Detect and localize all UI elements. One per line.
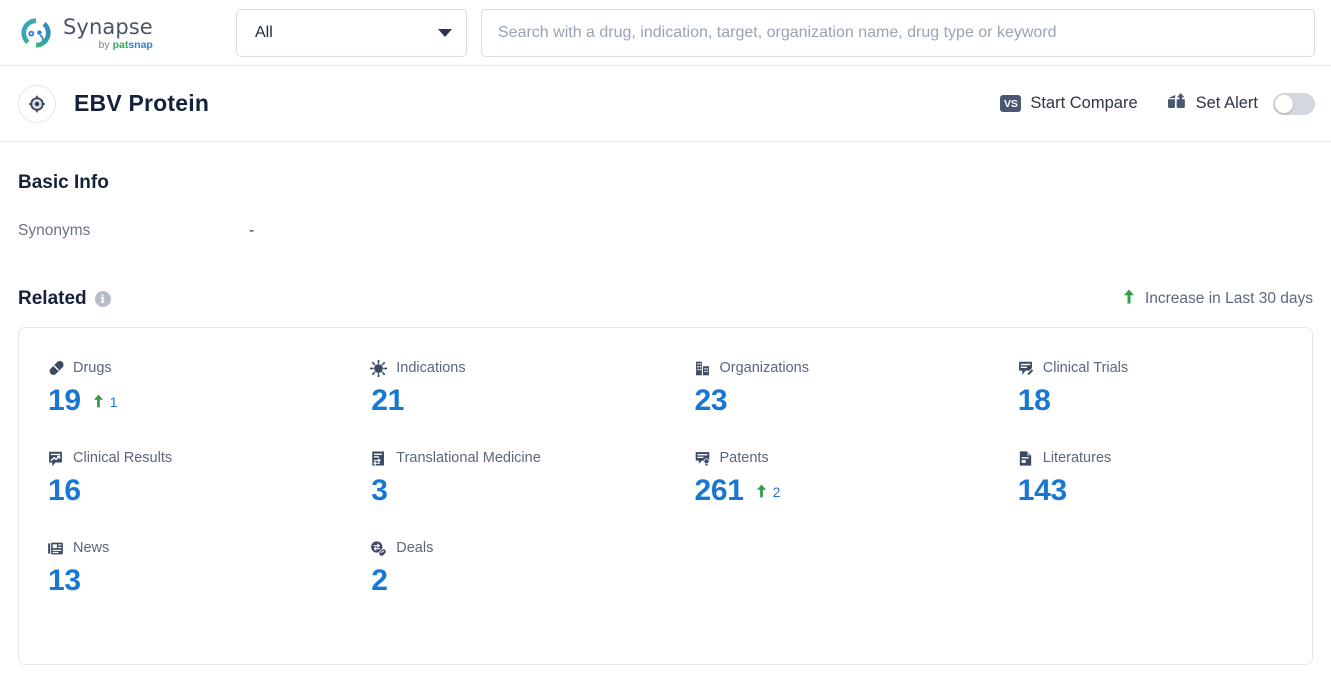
related-title: Related xyxy=(18,288,87,309)
pill-icon xyxy=(47,360,64,377)
main-content: Basic Info Synonyms - Related i Increase… xyxy=(0,172,1331,665)
set-alert-label: Set Alert xyxy=(1195,94,1258,112)
stat-card-organizations[interactable]: Organizations 23 xyxy=(666,358,989,448)
info-key: Synonyms xyxy=(18,222,91,239)
info-value: - xyxy=(249,222,255,239)
stat-label: Clinical Results xyxy=(73,450,173,466)
search-scope-value: All xyxy=(255,23,273,41)
synapse-circular-logo-icon xyxy=(18,15,54,51)
stat-card-deals[interactable]: Deals 2 xyxy=(342,538,665,628)
search-scope-select[interactable]: All xyxy=(236,8,467,57)
deal-exchange-icon xyxy=(370,540,387,557)
info-icon[interactable]: i xyxy=(94,291,111,307)
set-alert-toggle[interactable] xyxy=(1273,92,1315,115)
brand-snap: snap xyxy=(128,38,153,51)
search-box[interactable] xyxy=(481,8,1315,57)
toggle-knob xyxy=(1275,94,1293,113)
top-search-bar: Synapse by patsnap All xyxy=(0,0,1331,66)
increase-legend-label: Increase in Last 30 days xyxy=(1144,290,1313,307)
chevron-down-icon xyxy=(438,28,452,37)
stat-card-clinical-trials[interactable]: Clinical Trials 18 xyxy=(989,358,1312,448)
stat-label: Drugs xyxy=(73,360,112,376)
stat-value: 19 xyxy=(48,384,81,417)
stat-card-literatures[interactable]: Literatures 143 xyxy=(989,448,1312,538)
stat-label: News xyxy=(73,540,110,556)
stat-label: Patents xyxy=(719,450,769,466)
stat-value: 3 xyxy=(371,474,388,507)
stat-card-indications[interactable]: Indications 21 xyxy=(342,358,665,448)
stat-label: Translational Medicine xyxy=(396,450,541,466)
related-stats-grid: Drugs 19 1 Indications 21 Organizations … xyxy=(19,358,1312,628)
stat-delta: 2 xyxy=(756,483,781,500)
search-input[interactable] xyxy=(496,22,1300,43)
alert-envelope-icon xyxy=(1166,92,1187,116)
stat-label: Clinical Trials xyxy=(1042,360,1129,376)
virus-icon xyxy=(370,359,388,377)
stat-card-translational-medicine[interactable]: Translational Medicine 3 xyxy=(342,448,665,538)
brand-pat: pat xyxy=(112,38,129,51)
newspaper-icon xyxy=(47,540,64,557)
stat-value: 16 xyxy=(48,474,81,507)
vs-badge-icon: VS xyxy=(1000,95,1022,112)
stat-value: 18 xyxy=(1017,384,1051,417)
page-title: EBV Protein xyxy=(74,90,210,116)
related-stats-card: Drugs 19 1 Indications 21 Organizations … xyxy=(18,327,1313,665)
stat-label: Deals xyxy=(396,540,434,556)
stat-label: Literatures xyxy=(1042,450,1112,466)
arrow-up-icon xyxy=(1123,289,1135,309)
stat-delta-value: 2 xyxy=(772,483,781,500)
stat-value: 23 xyxy=(694,384,728,417)
start-compare-label: Start Compare xyxy=(1030,94,1138,112)
info-row-synonyms: Synonyms - xyxy=(18,222,1313,240)
stat-delta-value: 1 xyxy=(109,393,118,410)
increase-legend: Increase in Last 30 days xyxy=(1123,289,1313,309)
document-exchange-icon xyxy=(370,450,387,467)
stat-label: Organizations xyxy=(719,360,809,376)
stat-value: 2 xyxy=(371,564,388,597)
start-compare-button[interactable]: VS Start Compare xyxy=(1000,94,1138,113)
stat-card-drugs[interactable]: Drugs 19 1 xyxy=(19,358,342,448)
file-page-icon xyxy=(1017,450,1034,467)
stat-value: 261 xyxy=(694,474,744,507)
stat-card-news[interactable]: News 13 xyxy=(19,538,342,628)
stat-card-clinical-results[interactable]: Clinical Results 16 xyxy=(19,448,342,538)
brand-tagline: by patsnap xyxy=(63,40,153,51)
related-header: Related i Increase in Last 30 days xyxy=(18,288,1313,310)
basic-info-title: Basic Info xyxy=(18,172,109,193)
target-crosshair-icon xyxy=(18,84,56,123)
certificate-seal-icon xyxy=(694,450,711,467)
document-pen-icon xyxy=(1017,360,1034,377)
brand-name: Synapse xyxy=(63,14,153,39)
brand-by: by xyxy=(98,38,113,51)
stat-value: 143 xyxy=(1017,474,1067,507)
brand-logo[interactable]: Synapse by patsnap xyxy=(18,15,204,51)
stat-card-patents[interactable]: Patents 261 2 xyxy=(666,448,989,538)
stat-value: 13 xyxy=(48,564,81,597)
stat-label: Indications xyxy=(396,360,466,376)
stat-delta: 1 xyxy=(93,394,118,409)
document-chart-icon xyxy=(47,450,64,467)
header-actions: VS Start Compare Set Alert xyxy=(1000,92,1315,116)
stat-value: 21 xyxy=(371,384,405,417)
entity-header: EBV Protein VS Start Compare Set Alert xyxy=(0,66,1331,142)
set-alert-button[interactable]: Set Alert xyxy=(1166,92,1315,116)
building-icon xyxy=(694,360,711,377)
